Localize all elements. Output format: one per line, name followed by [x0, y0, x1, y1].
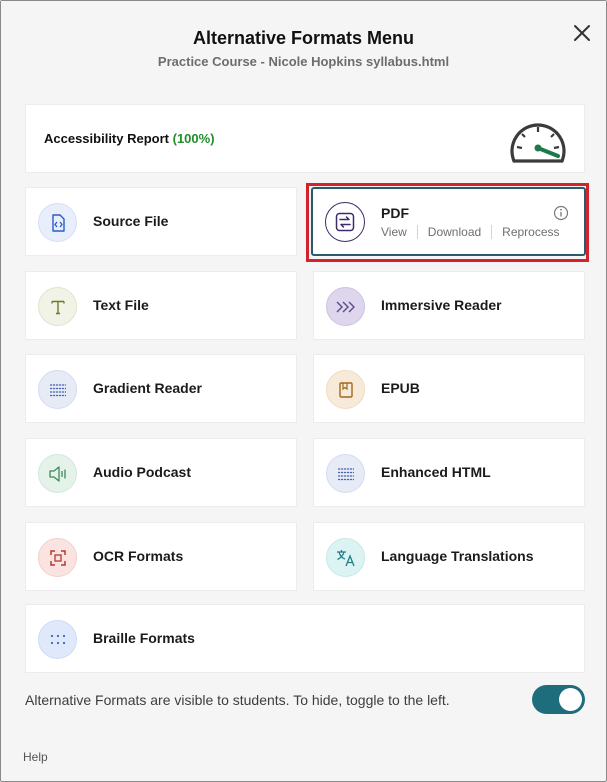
format-label: Text File: [93, 297, 149, 313]
format-label: Audio Podcast: [93, 464, 192, 480]
format-label: EPUB: [381, 380, 420, 396]
lines-icon: [326, 454, 365, 493]
format-epub[interactable]: EPUB: [313, 354, 585, 423]
format-label: Gradient Reader: [93, 380, 202, 396]
book-icon: [326, 370, 365, 409]
text-icon: [38, 287, 77, 326]
visibility-toggle[interactable]: [532, 685, 585, 714]
info-icon[interactable]: [553, 205, 569, 221]
scan-icon: [38, 538, 77, 577]
lines-icon: [38, 370, 77, 409]
format-label: Enhanced HTML: [381, 464, 491, 480]
accessibility-report-text: Accessibility Report: [44, 131, 169, 146]
toggle-knob: [559, 688, 582, 711]
help-link[interactable]: Help: [23, 750, 48, 764]
accessibility-report-card[interactable]: Accessibility Report (100%): [25, 104, 585, 173]
alternative-formats-dialog: Alternative Formats Menu Practice Course…: [0, 0, 607, 782]
translate-icon: [326, 538, 365, 577]
format-label: Immersive Reader: [381, 297, 502, 313]
format-enhanced-html[interactable]: Enhanced HTML: [313, 438, 585, 507]
format-ocr-formats[interactable]: OCR Formats: [25, 522, 297, 591]
code-file-icon: [38, 203, 77, 242]
format-braille-formats[interactable]: Braille Formats: [25, 604, 585, 673]
accessibility-report-label: Accessibility Report (100%): [44, 131, 215, 146]
format-label: Braille Formats: [93, 630, 195, 646]
chevrons-right-icon: [326, 287, 365, 326]
format-label: Language Translations: [381, 548, 534, 564]
dialog-title: Alternative Formats Menu: [192, 28, 415, 48]
pdf-view-link[interactable]: View: [381, 225, 417, 239]
dialog-subtitle: Practice Course - Nicole Hopkins syllabu…: [157, 54, 450, 69]
format-text-file[interactable]: Text File: [25, 271, 297, 340]
accessibility-score: (100%): [172, 131, 215, 146]
close-icon[interactable]: [570, 21, 594, 45]
gauge-icon: [508, 117, 568, 165]
dialog-header: Alternative Formats Menu Practice Course…: [1, 1, 606, 101]
convert-icon: [325, 202, 365, 242]
visibility-note: Alternative Formats are visible to stude…: [25, 692, 450, 708]
format-label: PDF: [381, 205, 409, 221]
braille-dots-icon: [38, 620, 77, 659]
pdf-reprocess-link[interactable]: Reprocess: [491, 225, 569, 239]
format-language-translations[interactable]: Language Translations: [313, 522, 585, 591]
format-pdf[interactable]: PDF View Download Reprocess: [311, 187, 586, 256]
format-label: OCR Formats: [93, 548, 184, 564]
format-audio-podcast[interactable]: Audio Podcast: [25, 438, 297, 507]
format-immersive-reader[interactable]: Immersive Reader: [313, 271, 585, 340]
pdf-actions: View Download Reprocess: [381, 225, 570, 239]
pdf-download-link[interactable]: Download: [416, 225, 491, 239]
format-source-file[interactable]: Source File: [25, 187, 297, 256]
format-gradient-reader[interactable]: Gradient Reader: [25, 354, 297, 423]
speaker-icon: [38, 454, 77, 493]
format-label: Source File: [93, 213, 169, 229]
